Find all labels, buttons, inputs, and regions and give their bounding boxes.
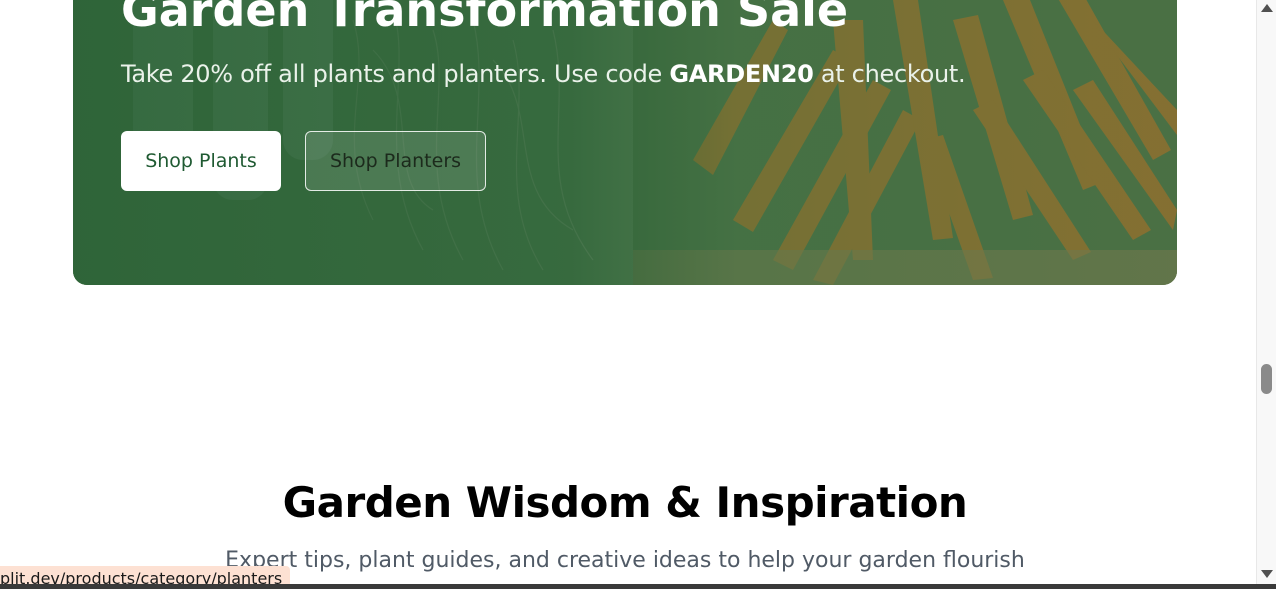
- shop-plants-button[interactable]: Shop Plants: [121, 131, 281, 191]
- page-content[interactable]: Garden Transformation Sale Take 20% off …: [0, 0, 1256, 584]
- vertical-scrollbar[interactable]: [1256, 0, 1276, 584]
- promo-code: GARDEN20: [669, 60, 814, 88]
- scroll-up-icon[interactable]: [1261, 4, 1273, 12]
- promo-banner: Garden Transformation Sale Take 20% off …: [73, 0, 1177, 285]
- scrollbar-thumb[interactable]: [1261, 364, 1272, 394]
- window-bottom-edge: [0, 584, 1276, 589]
- scroll-down-icon[interactable]: [1261, 570, 1273, 578]
- banner-title: Garden Transformation Sale: [121, 0, 849, 37]
- banner-description: Take 20% off all plants and planters. Us…: [121, 60, 966, 88]
- banner-text-before: Take 20% off all plants and planters. Us…: [121, 60, 670, 88]
- banner-text-after: at checkout.: [813, 60, 966, 88]
- shop-planters-button[interactable]: Shop Planters: [305, 131, 486, 191]
- page: Garden Transformation Sale Take 20% off …: [0, 0, 1276, 589]
- section-title: Garden Wisdom & Inspiration: [282, 478, 968, 527]
